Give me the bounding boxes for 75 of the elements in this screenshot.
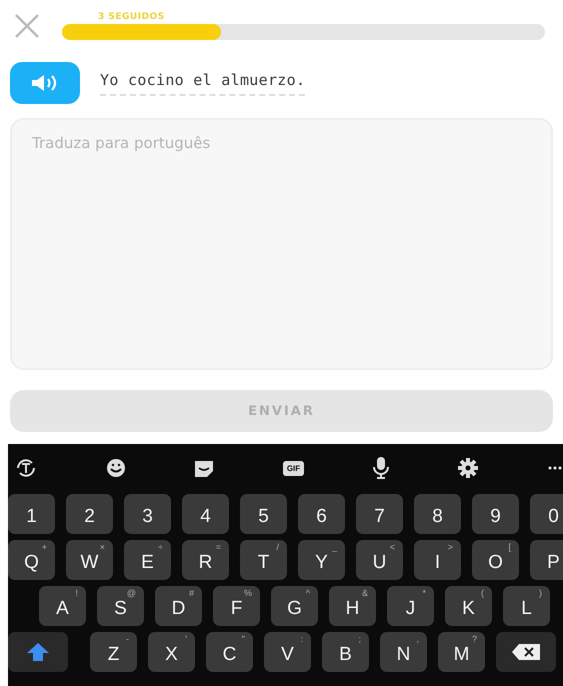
keyboard-key[interactable]: U <: [356, 540, 403, 580]
more-icon[interactable]: [547, 465, 563, 471]
secondary-symbol: ?: [472, 634, 477, 644]
secondary-symbol: :: [300, 634, 303, 644]
keyboard-key[interactable]: X ': [148, 632, 195, 672]
keyboard-key[interactable]: 0: [530, 494, 563, 534]
secondary-symbol: ": [242, 634, 245, 644]
keyboard-key[interactable]: 2: [66, 494, 113, 534]
secondary-symbol: [: [508, 542, 511, 552]
secondary-symbol: >: [448, 542, 453, 552]
keyboard-key[interactable]: S @: [97, 586, 144, 626]
keyboard-key[interactable]: O [: [472, 540, 519, 580]
shift-arrow-icon: [26, 642, 50, 662]
keyboard-key[interactable]: 5: [240, 494, 287, 534]
keyboard-key[interactable]: I >: [414, 540, 461, 580]
secondary-symbol: (: [481, 588, 484, 598]
keyboard-key[interactable]: 9: [472, 494, 519, 534]
secondary-symbol: -: [126, 634, 129, 644]
secondary-symbol: ': [185, 634, 187, 644]
settings-icon[interactable]: [457, 457, 480, 479]
secondary-symbol: ^: [306, 588, 310, 598]
translate-icon[interactable]: [14, 457, 38, 479]
streak-label: 3 SEGUIDOS: [98, 12, 166, 22]
keyboard-key[interactable]: 7: [356, 494, 403, 534]
emoji-icon[interactable]: [106, 458, 126, 478]
keyboard-key[interactable]: 6: [298, 494, 345, 534]
secondary-symbol: <: [390, 542, 395, 552]
secondary-symbol: #: [188, 588, 194, 598]
secondary-symbol: ÷: [158, 542, 163, 552]
keyboard-key[interactable]: Q +: [8, 540, 55, 580]
keyboard-key[interactable]: T /: [240, 540, 287, 580]
secondary-symbol: %: [244, 588, 252, 598]
prompt-sentence[interactable]: Yo cocino el almuerzo.: [100, 70, 306, 96]
secondary-symbol: /: [276, 542, 279, 552]
keyboard-key[interactable]: B ;: [322, 632, 369, 672]
keyboard-key[interactable]: C ": [206, 632, 253, 672]
secondary-symbol: ,: [416, 634, 419, 644]
answer-field[interactable]: Traduza para português: [10, 118, 553, 370]
keyboard-key[interactable]: M ?: [438, 632, 485, 672]
sticker-icon[interactable]: [193, 458, 216, 478]
secondary-symbol: =: [216, 542, 221, 552]
keyboard-key[interactable]: D #: [155, 586, 202, 626]
secondary-symbol: @: [126, 588, 136, 598]
keyboard-key[interactable]: E ÷: [124, 540, 171, 580]
keyboard-key[interactable]: 8: [414, 494, 461, 534]
keyboard-key[interactable]: P: [530, 540, 563, 580]
keyboard-key[interactable]: W ×: [66, 540, 113, 580]
keyboard-key[interactable]: L ): [503, 586, 550, 626]
secondary-symbol: &: [362, 588, 368, 598]
gif-button[interactable]: GIF: [282, 460, 304, 476]
keyboard-key[interactable]: H &: [329, 586, 376, 626]
microphone-icon[interactable]: [372, 456, 390, 480]
shift-key[interactable]: [8, 632, 68, 672]
keyboard-key[interactable]: 1: [8, 494, 55, 534]
keyboard-key[interactable]: Z -: [90, 632, 137, 672]
keyboard-key[interactable]: K (: [445, 586, 492, 626]
keyboard-key[interactable]: R =: [182, 540, 229, 580]
keyboard-key[interactable]: 3: [124, 494, 171, 534]
backspace-icon: [511, 643, 541, 661]
keyboard-key[interactable]: J *: [387, 586, 434, 626]
keyboard-key[interactable]: F %: [213, 586, 260, 626]
keyboard-key[interactable]: 4: [182, 494, 229, 534]
keyboard-key[interactable]: Y _: [298, 540, 345, 580]
secondary-symbol: *: [422, 588, 426, 598]
keyboard-key[interactable]: G ^: [271, 586, 318, 626]
secondary-symbol: ;: [358, 634, 361, 644]
backspace-key[interactable]: [496, 632, 556, 672]
keyboard-key[interactable]: N ,: [380, 632, 427, 672]
secondary-symbol: !: [75, 588, 78, 598]
secondary-symbol: +: [42, 542, 47, 552]
secondary-symbol: ): [539, 588, 542, 598]
keyboard-key[interactable]: A !: [39, 586, 86, 626]
keyboard-key[interactable]: V :: [264, 632, 311, 672]
secondary-symbol: _: [332, 542, 337, 552]
secondary-symbol: ×: [100, 542, 105, 552]
